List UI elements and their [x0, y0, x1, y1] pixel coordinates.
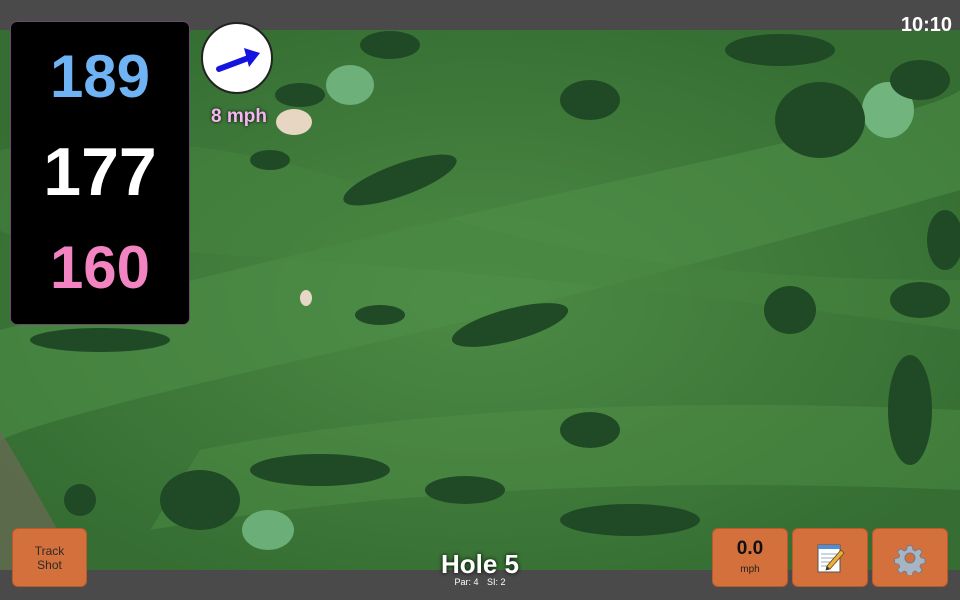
gear-icon [894, 544, 926, 575]
hole-par: Par: 4 [454, 577, 479, 587]
wind-direction-arrow-icon [216, 48, 260, 72]
notepad-icon [817, 544, 845, 572]
speed-value: 0.0 [736, 538, 764, 559]
status-clock: 10:10 [900, 14, 952, 36]
hole-title: Hole 5 [440, 549, 520, 579]
speed-unit: mph [740, 564, 760, 575]
settings-button[interactable] [872, 528, 948, 587]
hole-stroke-index: SI: 2 [487, 577, 506, 587]
wind-indicator[interactable] [201, 22, 273, 94]
track-shot-label-line2: Shot [37, 557, 62, 572]
speed-button[interactable]: 0.0 mph [712, 528, 788, 587]
middle-yardage: 177 [43, 134, 157, 210]
yardage-panel: 189 177 160 [11, 22, 189, 324]
wind-speed-label: 8 mph [211, 106, 267, 127]
front-yardage: 160 [49, 234, 151, 301]
track-shot-label-line1: Track [34, 543, 65, 558]
track-shot-button[interactable]: Track Shot [12, 528, 87, 587]
scorecard-notes-button[interactable] [792, 528, 868, 587]
hole-meta: Par: 4 SI: 2 [380, 577, 580, 588]
back-yardage: 189 [49, 43, 151, 110]
